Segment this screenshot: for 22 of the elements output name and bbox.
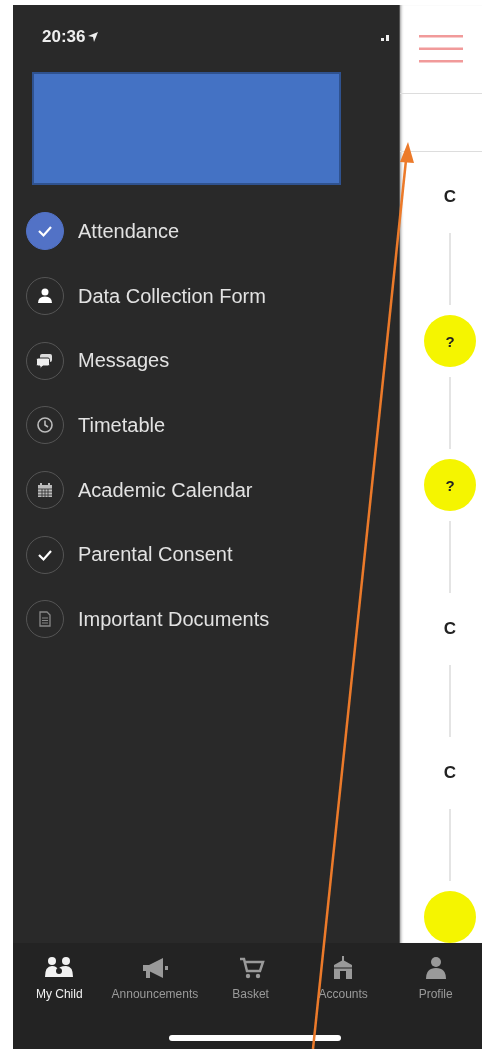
tab[interactable]: Basket <box>204 943 297 1049</box>
status-letter: C <box>442 618 458 640</box>
status-badge: ? <box>424 315 476 367</box>
status-letter: C <box>442 762 458 784</box>
menu-item[interactable]: Parental Consent <box>13 522 399 588</box>
status-time: 20:36 <box>42 27 86 47</box>
menu-item[interactable]: Academic Calendar <box>13 457 399 523</box>
menu-button[interactable] <box>419 33 463 64</box>
menu-item[interactable]: Timetable <box>13 393 399 458</box>
menu-item[interactable]: Data Collection Form <box>13 263 399 329</box>
menu-item[interactable]: Important Documents <box>13 587 399 652</box>
tab[interactable]: Announcements <box>105 943 205 1049</box>
status-badge: ? <box>424 459 476 511</box>
signal-icon <box>381 33 391 41</box>
menu-item[interactable]: Attendance <box>13 199 399 264</box>
status-badge <box>424 891 476 943</box>
location-icon <box>87 31 100 43</box>
menu-item[interactable]: Messages <box>13 328 399 394</box>
status-letter: C <box>442 186 458 208</box>
tab[interactable]: Profile <box>389 943 482 1049</box>
clock-icon <box>35 415 55 436</box>
tab[interactable]: My Child <box>13 943 106 1049</box>
